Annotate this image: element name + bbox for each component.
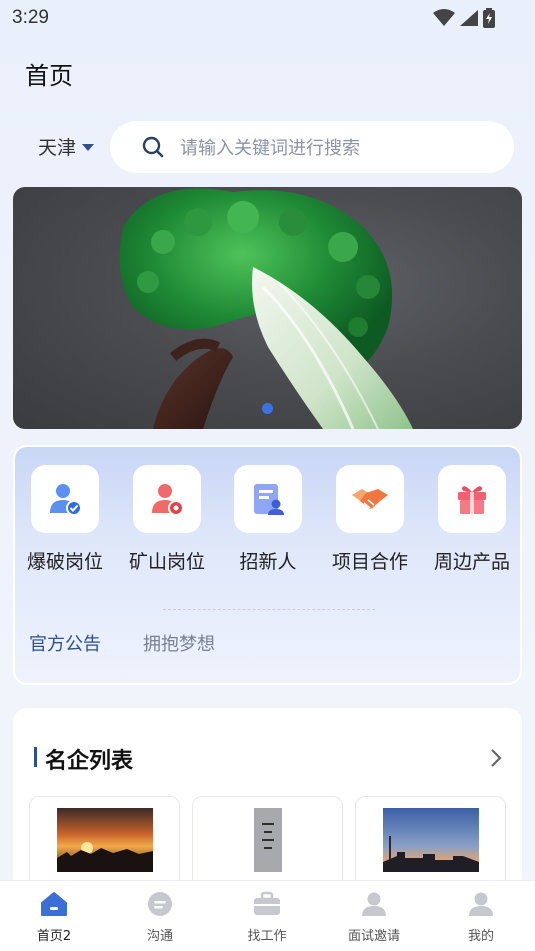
search-input[interactable]: 请输入关键词进行搜索 — [110, 121, 514, 173]
company-image — [57, 808, 153, 872]
category-blasting-jobs[interactable]: 爆破岗位 — [15, 465, 115, 574]
category-label: 项目合作 — [331, 551, 408, 573]
document-user-icon — [234, 465, 302, 533]
tab-label: 我的 — [467, 929, 494, 944]
tab-find-job[interactable]: 找工作 — [227, 891, 307, 944]
battery-icon — [483, 8, 495, 28]
section-title-marker — [34, 747, 37, 767]
carousel-indicator-dot[interactable] — [262, 403, 273, 414]
handshake-icon — [336, 465, 404, 533]
category-peripheral-products[interactable]: 周边产品 — [422, 465, 522, 574]
interview-icon — [362, 892, 386, 916]
chevron-right-icon[interactable] — [490, 748, 502, 768]
caret-down-icon — [82, 144, 95, 151]
page-title: 首页 — [25, 62, 73, 90]
tab-chat[interactable]: 沟通 — [120, 891, 200, 944]
category-recruit[interactable]: 招新人 — [218, 465, 318, 574]
tab-interview-invite[interactable]: 面试邀请 — [334, 891, 414, 944]
category-label: 招新人 — [239, 551, 297, 573]
tab-label: 首页2 — [36, 929, 72, 944]
banner-image — [119, 188, 413, 429]
tab-home[interactable]: 首页2 — [14, 891, 94, 944]
bottom-tab-bar: 首页2 沟通 找工作 面试邀请 我的 — [0, 880, 535, 951]
search-icon — [142, 136, 164, 158]
gift-icon — [438, 465, 506, 533]
home-icon — [41, 892, 67, 916]
search-placeholder: 请输入关键词进行搜索 — [180, 138, 360, 159]
tab-label: 面试邀请 — [347, 929, 400, 944]
category-label: 矿山岗位 — [128, 551, 205, 573]
user-badge-icon — [133, 465, 201, 533]
tab-official-notice[interactable]: 官方公告 — [29, 630, 101, 656]
signal-icon — [460, 10, 478, 26]
section-title: 名企列表 — [45, 749, 134, 774]
chat-icon — [148, 892, 172, 916]
category-panel: 爆破岗位 矿山岗位 招新人 项目合作 周边产品 官方公告 拥抱梦想 — [13, 445, 522, 685]
banner-carousel[interactable] — [13, 187, 522, 429]
divider — [163, 609, 375, 610]
city-selector[interactable]: 天津 — [38, 133, 95, 160]
briefcase-icon — [254, 891, 280, 915]
tab-embrace-dream[interactable]: 拥抱梦想 — [143, 630, 215, 656]
tab-label: 沟通 — [146, 929, 173, 944]
status-bar: 3:29 — [0, 0, 535, 38]
status-time: 3:29 — [12, 7, 49, 28]
profile-icon — [469, 892, 493, 916]
category-project-cooperation[interactable]: 项目合作 — [320, 465, 420, 574]
company-image — [220, 808, 316, 872]
user-check-icon — [31, 465, 99, 533]
category-label: 爆破岗位 — [26, 551, 103, 573]
category-label: 周边产品 — [433, 551, 510, 573]
status-icons — [433, 8, 495, 28]
wifi-icon — [433, 9, 455, 26]
city-label: 天津 — [38, 137, 77, 159]
category-mining-jobs[interactable]: 矿山岗位 — [117, 465, 217, 574]
tab-label: 找工作 — [247, 929, 287, 944]
company-image — [383, 808, 479, 872]
tab-mine[interactable]: 我的 — [441, 891, 521, 944]
